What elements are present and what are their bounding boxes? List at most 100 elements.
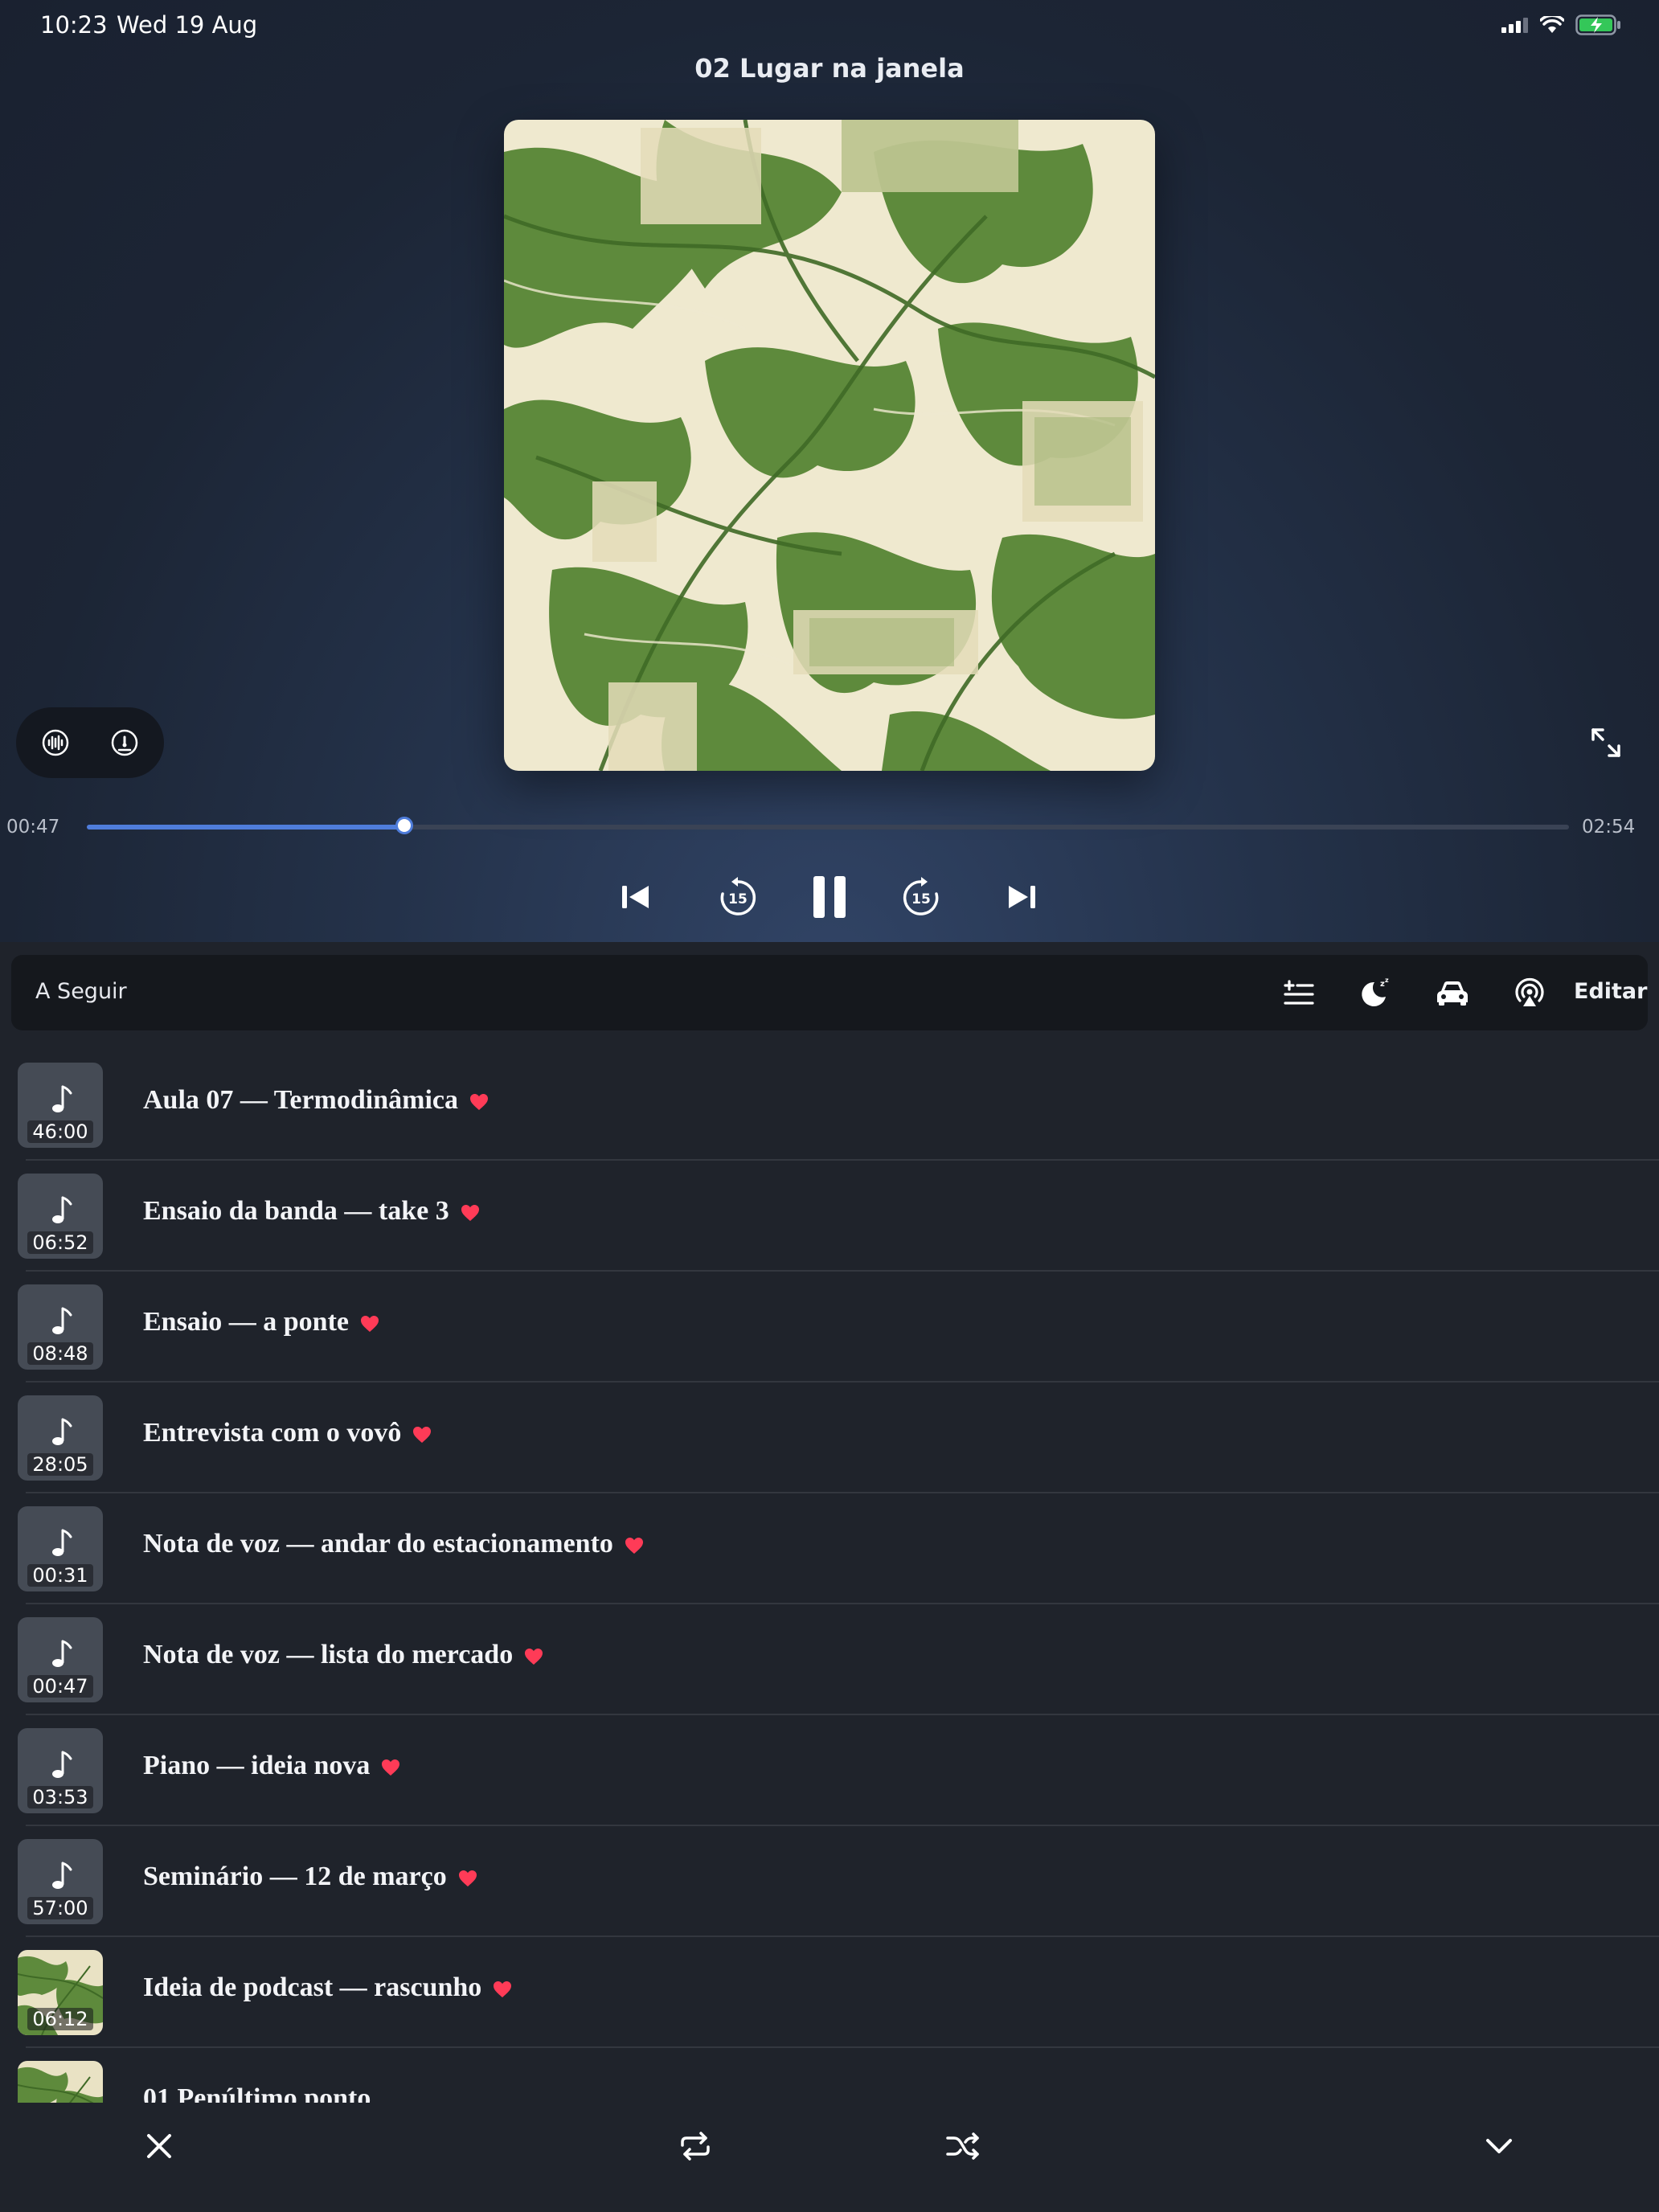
track-duration: 03:53 xyxy=(18,1786,103,1809)
status-time: 10:23 xyxy=(40,11,108,39)
cellular-signal-icon xyxy=(1501,18,1528,33)
track-title-line: Aula 07 — Termodinâmica xyxy=(143,1085,489,1116)
shuffle-icon xyxy=(946,2132,979,2160)
track-duration-label: 00:31 xyxy=(27,1564,93,1587)
favorite-heart-icon xyxy=(461,1205,479,1222)
track-title: Aula 07 — Termodinâmica xyxy=(143,1085,458,1115)
waveform-icon xyxy=(42,729,69,756)
track-duration: 00:47 xyxy=(18,1675,103,1698)
queue-item[interactable]: 06:52 Ensaio da banda — take 3 xyxy=(0,1161,1659,1272)
track-thumbnail xyxy=(18,2061,103,2103)
track-duration-label: 08:48 xyxy=(27,1342,93,1365)
track-title-line: Piano — ideia nova xyxy=(143,1751,400,1781)
queue-item[interactable]: 46:00 Aula 07 — Termodinâmica xyxy=(0,1050,1659,1161)
wifi-icon xyxy=(1540,16,1564,33)
track-title: Nota de voz — andar do estacionamento xyxy=(143,1529,613,1559)
add-to-queue-button[interactable] xyxy=(1277,971,1321,1014)
favorite-heart-icon xyxy=(494,1981,512,1998)
favorite-heart-icon xyxy=(625,1538,643,1555)
queue-list[interactable]: 46:00 Aula 07 — Termodinâmica 06:52 Ensaio … xyxy=(0,1050,1659,2103)
queue-item[interactable]: 00:47 Nota de voz — lista do mercado xyxy=(0,1604,1659,1715)
audio-effects-button[interactable] xyxy=(31,719,80,767)
speedometer-icon xyxy=(111,729,138,756)
track-duration-label: 00:47 xyxy=(27,1675,93,1698)
track-thumbnail: 46:00 xyxy=(18,1063,103,1148)
progress-slider[interactable] xyxy=(87,817,1569,834)
next-track-button[interactable] xyxy=(993,868,1051,926)
queue-list-add-icon xyxy=(1284,980,1314,1005)
airplay-button[interactable] xyxy=(1508,971,1551,1014)
music-note-icon xyxy=(52,1196,72,1223)
track-title-line: 01 Penúltimo ponto xyxy=(143,2083,371,2103)
close-button[interactable] xyxy=(133,2120,185,2172)
track-title-line: Nota de voz — lista do mercado xyxy=(143,1640,543,1670)
queue-item[interactable]: 28:05 Entrevista com o vovô xyxy=(0,1382,1659,1493)
audio-options-pill xyxy=(16,707,164,778)
repeat-button[interactable] xyxy=(670,2120,721,2172)
svg-text:15: 15 xyxy=(728,891,748,907)
track-title: Piano — ideia nova xyxy=(143,1751,371,1780)
forward-15-button[interactable]: 15 xyxy=(892,868,950,926)
track-thumbnail: 03:53 xyxy=(18,1728,103,1813)
pause-icon xyxy=(813,876,846,918)
favorite-heart-icon xyxy=(413,1427,432,1444)
queue-item[interactable]: 03:53 Piano — ideia nova xyxy=(0,1715,1659,1826)
track-thumbnail: 28:05 xyxy=(18,1395,103,1481)
track-duration-label: 46:00 xyxy=(27,1120,93,1143)
progress-knob[interactable] xyxy=(395,817,413,834)
track-duration-label: 57:00 xyxy=(27,1897,93,1919)
chevron-down-icon xyxy=(1486,2139,1512,2153)
queue-item[interactable]: 00:31 Nota de voz — andar do estacionamen… xyxy=(0,1493,1659,1604)
elapsed-time: 00:47 xyxy=(6,817,60,838)
edit-queue-button[interactable]: Editar xyxy=(1574,979,1647,1004)
track-title-line: Seminário — 12 de março xyxy=(143,1862,477,1892)
track-duration: 06:12 xyxy=(18,2008,103,2030)
queue-item[interactable]: 01 Penúltimo ponto xyxy=(0,2048,1659,2103)
track-title-line: Nota de voz — andar do estacionamento xyxy=(143,1529,644,1559)
track-thumbnail: 08:48 xyxy=(18,1284,103,1370)
track-title: Ensaio — a ponte xyxy=(143,1307,349,1337)
track-thumbnail: 57:00 xyxy=(18,1839,103,1924)
now-playing-title: 02 Lugar na janela xyxy=(694,53,965,84)
track-title: Seminário — 12 de março xyxy=(143,1862,447,1891)
rewind-15-button[interactable]: 15 xyxy=(709,868,767,926)
track-title-line: Ideia de podcast — rascunho xyxy=(143,1972,512,2003)
track-duration: 08:48 xyxy=(18,1342,103,1365)
queue-header: A Seguir z z Editar xyxy=(11,955,1648,1030)
music-note-icon xyxy=(52,1640,72,1667)
sleep-timer-button[interactable]: z z xyxy=(1354,971,1397,1014)
track-title: Ensaio da banda — take 3 xyxy=(143,1196,449,1226)
previous-track-button[interactable] xyxy=(607,868,665,926)
queue-item[interactable]: 57:00 Seminário — 12 de março xyxy=(0,1826,1659,1937)
music-note-icon xyxy=(52,1085,72,1112)
track-thumbnail: 06:12 xyxy=(18,1950,103,2035)
progress-fill xyxy=(87,825,404,830)
now-playing-area: 10:23 Wed 19 Aug 02 Lugar na janela 00:4… xyxy=(0,0,1659,942)
track-thumbnail: 00:47 xyxy=(18,1617,103,1702)
track-title-line: Entrevista com o vovô xyxy=(143,1418,432,1448)
track-title-line: Ensaio da banda — take 3 xyxy=(143,1196,480,1227)
favorite-heart-icon xyxy=(382,1759,400,1776)
track-thumbnail: 00:31 xyxy=(18,1506,103,1591)
total-time: 02:54 xyxy=(1582,817,1636,838)
skip-forward-icon xyxy=(1009,886,1035,908)
favorite-heart-icon xyxy=(361,1316,379,1333)
track-thumbnail: 06:52 xyxy=(18,1174,103,1259)
queue-item[interactable]: 08:48 Ensaio — a ponte xyxy=(0,1272,1659,1382)
bottom-toolbar xyxy=(0,2103,1659,2212)
close-icon xyxy=(147,2134,171,2158)
pause-button[interactable] xyxy=(801,868,858,926)
shuffle-button[interactable] xyxy=(937,2120,989,2172)
track-title: Entrevista com o vovô xyxy=(143,1418,402,1448)
car-mode-button[interactable] xyxy=(1431,971,1474,1014)
music-note-icon xyxy=(52,1307,72,1334)
track-title: Nota de voz — lista do mercado xyxy=(143,1640,514,1669)
track-duration: 06:52 xyxy=(18,1231,103,1254)
music-note-icon xyxy=(52,1418,72,1445)
fullscreen-button[interactable] xyxy=(1585,722,1627,764)
expand-arrows-icon xyxy=(1591,728,1620,757)
status-icons xyxy=(1501,14,1622,35)
collapse-button[interactable] xyxy=(1473,2120,1525,2172)
playback-speed-button[interactable] xyxy=(100,719,149,767)
queue-item[interactable]: 06:12 Ideia de podcast — rascunho xyxy=(0,1937,1659,2048)
